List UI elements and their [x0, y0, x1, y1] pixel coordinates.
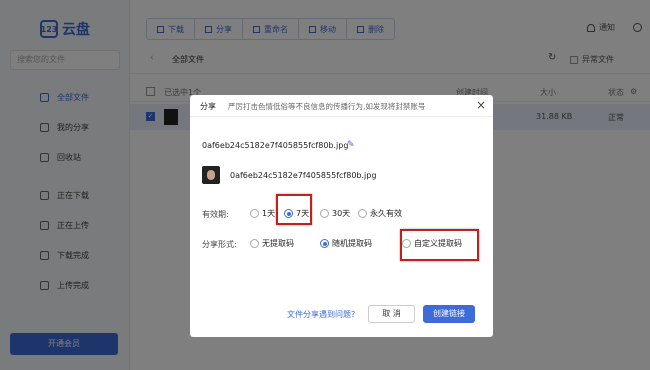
pencil-icon[interactable]: ✎ — [347, 140, 355, 150]
form-option-no-code[interactable]: 无提取码 — [250, 238, 294, 249]
dialog-title: 分享 — [200, 102, 216, 111]
option-label: 30天 — [332, 209, 351, 218]
validity-option-1day[interactable]: 1天 — [250, 208, 275, 219]
radio-button[interactable] — [320, 209, 329, 218]
highlight-box-custom-code — [400, 229, 479, 261]
option-label: 无提取码 — [262, 239, 294, 248]
file-thumbnail — [202, 166, 220, 184]
file-item-name: 0af6eb24c5182e7f405855fcf80b.jpg — [230, 171, 377, 180]
close-icon[interactable]: × — [476, 98, 486, 112]
validity-label: 有效期: — [202, 210, 229, 219]
validity-option-permanent[interactable]: 永久有效 — [358, 208, 402, 219]
radio-button[interactable] — [358, 209, 367, 218]
dialog-header: 分享 严厉打击色情低俗等不良信息的传播行为,如发现将封禁账号 × — [190, 95, 493, 117]
dialog-notice: 严厉打击色情低俗等不良信息的传播行为,如发现将封禁账号 — [228, 102, 426, 111]
radio-button-selected[interactable] — [320, 239, 329, 248]
option-label: 1天 — [262, 209, 276, 218]
option-label: 随机提取码 — [332, 239, 372, 248]
create-link-button[interactable]: 创建链接 — [423, 305, 475, 323]
thumbnail-image — [207, 170, 215, 180]
validity-option-30day[interactable]: 30天 — [320, 208, 350, 219]
highlight-box-7day — [276, 194, 312, 225]
form-option-random-code[interactable]: 随机提取码 — [320, 238, 372, 249]
option-label: 永久有效 — [370, 209, 402, 218]
help-link[interactable]: 文件分享遇到问题? — [287, 309, 355, 320]
cancel-button[interactable]: 取 消 — [368, 305, 415, 323]
share-dialog: 分享 严厉打击色情低俗等不良信息的传播行为,如发现将封禁账号 × 0af6eb2… — [190, 95, 493, 337]
share-form-label: 分享形式: — [202, 240, 237, 249]
radio-button[interactable] — [250, 239, 259, 248]
share-filename: 0af6eb24c5182e7f405855fcf80b.jpg — [202, 141, 349, 150]
radio-button[interactable] — [250, 209, 259, 218]
